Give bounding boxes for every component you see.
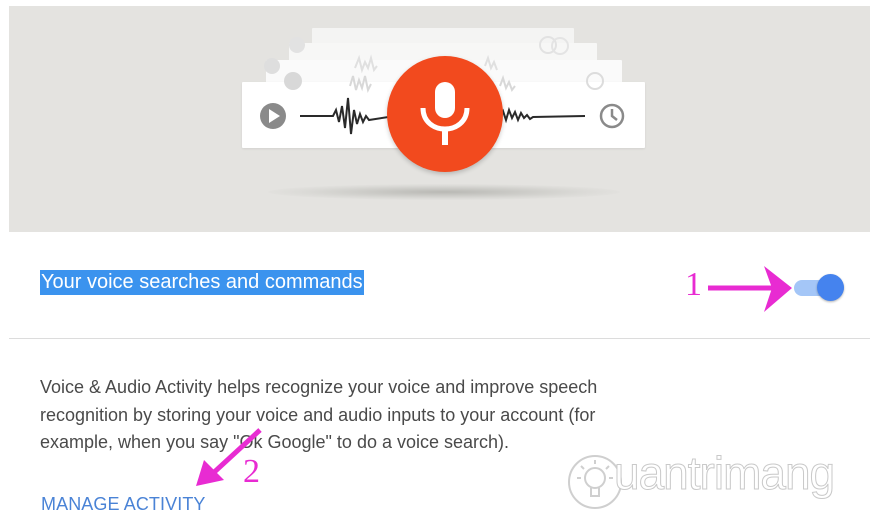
setting-title: Your voice searches and commands bbox=[40, 270, 364, 295]
description-line: Voice & Audio Activity helps recognize y… bbox=[40, 377, 598, 397]
microphone-button bbox=[387, 56, 503, 172]
annotation-number-2: 2 bbox=[243, 453, 260, 490]
watermark-text: uantrimang bbox=[613, 447, 835, 500]
setting-title-row: Your voice searches and commands bbox=[40, 270, 364, 295]
manage-activity-link[interactable]: MANAGE ACTIVITY bbox=[41, 494, 206, 515]
annotation-arrow-right bbox=[708, 266, 792, 312]
waveform-right bbox=[499, 106, 586, 124]
annotation-number-1: 1 bbox=[685, 266, 702, 303]
description-line: recognition by storing your voice and au… bbox=[40, 404, 596, 425]
play-icon bbox=[260, 103, 286, 129]
description-text: Voice & Audio Activity helps recognize y… bbox=[40, 374, 700, 457]
voice-activity-toggle[interactable] bbox=[792, 273, 848, 301]
toggle-knob bbox=[817, 274, 844, 301]
watermark: uantrimang bbox=[565, 447, 870, 516]
illustration-shadow bbox=[268, 184, 620, 200]
waveform-left bbox=[300, 97, 396, 135]
divider bbox=[9, 338, 870, 339]
microphone-icon bbox=[420, 82, 470, 145]
clock-icon bbox=[599, 103, 625, 129]
